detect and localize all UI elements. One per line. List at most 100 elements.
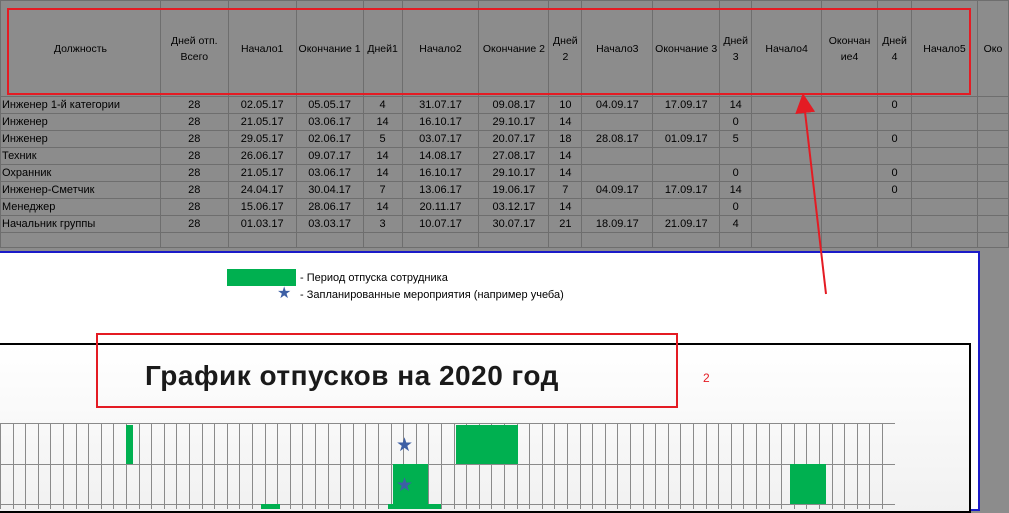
table-cell[interactable]: [821, 147, 879, 165]
table-cell[interactable]: [751, 147, 823, 165]
table-cell[interactable]: [976, 96, 1009, 114]
table-cell[interactable]: 03.06.17: [295, 113, 364, 131]
table-cell[interactable]: [295, 232, 364, 248]
table-cell[interactable]: [581, 113, 654, 131]
table-cell[interactable]: 5: [719, 130, 753, 148]
table-cell[interactable]: 21.09.17: [652, 215, 721, 233]
table-cell[interactable]: Инженер: [0, 130, 161, 148]
table-cell[interactable]: [751, 198, 823, 216]
table-cell[interactable]: 0: [877, 164, 912, 182]
table-cell[interactable]: 0: [877, 96, 912, 114]
table-cell[interactable]: [652, 198, 721, 216]
table-cell[interactable]: 16.10.17: [401, 113, 480, 131]
table-cell[interactable]: 16.10.17: [401, 164, 480, 182]
table-cell[interactable]: 02.05.17: [227, 96, 297, 114]
table-cell[interactable]: [911, 96, 978, 114]
table-cell[interactable]: 14: [362, 164, 403, 182]
table-cell[interactable]: [976, 130, 1009, 148]
table-cell[interactable]: 14: [362, 147, 403, 165]
table-cell[interactable]: 21.05.17: [227, 164, 297, 182]
table-cell[interactable]: [911, 130, 978, 148]
table-cell[interactable]: 29.10.17: [478, 113, 550, 131]
table-cell[interactable]: 28: [159, 130, 229, 148]
table-cell[interactable]: [751, 130, 823, 148]
table-cell[interactable]: [911, 198, 978, 216]
table-cell[interactable]: 18.09.17: [581, 215, 654, 233]
table-cell[interactable]: 5: [362, 130, 403, 148]
table-cell[interactable]: 28.06.17: [295, 198, 364, 216]
table-cell[interactable]: 01.03.17: [227, 215, 297, 233]
table-cell[interactable]: 21.05.17: [227, 113, 297, 131]
table-cell[interactable]: 04.09.17: [581, 181, 654, 199]
table-cell[interactable]: 0: [719, 113, 753, 131]
table-cell[interactable]: 31.07.17: [401, 96, 480, 114]
table-cell[interactable]: 0: [877, 130, 912, 148]
table-cell[interactable]: 20.11.17: [401, 198, 480, 216]
table-cell[interactable]: [751, 164, 823, 182]
table-cell[interactable]: 28.08.17: [581, 130, 654, 148]
table-cell[interactable]: [821, 96, 879, 114]
table-cell[interactable]: [976, 215, 1009, 233]
table-cell[interactable]: 0: [719, 198, 753, 216]
table-cell[interactable]: 19.06.17: [478, 181, 550, 199]
table-cell[interactable]: [362, 232, 403, 248]
table-cell[interactable]: [159, 232, 229, 248]
table-cell[interactable]: 29.05.17: [227, 130, 297, 148]
table-cell[interactable]: [652, 147, 721, 165]
table-cell[interactable]: 13.06.17: [401, 181, 480, 199]
table-cell[interactable]: [821, 181, 879, 199]
table-cell[interactable]: 09.08.17: [478, 96, 550, 114]
table-cell[interactable]: 01.09.17: [652, 130, 721, 148]
table-cell[interactable]: 14: [548, 164, 583, 182]
table-cell[interactable]: [751, 215, 823, 233]
table-cell[interactable]: [581, 198, 654, 216]
table-cell[interactable]: 28: [159, 164, 229, 182]
table-cell[interactable]: [0, 232, 161, 248]
table-cell[interactable]: Менеджер: [0, 198, 161, 216]
table-cell[interactable]: Инженер-Сметчик: [0, 181, 161, 199]
table-cell[interactable]: Инженер 1-й категории: [0, 96, 161, 114]
table-cell[interactable]: [911, 181, 978, 199]
table-cell[interactable]: 15.06.17: [227, 198, 297, 216]
table-cell[interactable]: 28: [159, 198, 229, 216]
table-cell[interactable]: 17.09.17: [652, 181, 721, 199]
table-cell[interactable]: [821, 215, 879, 233]
table-cell[interactable]: [652, 113, 721, 131]
table-cell[interactable]: 05.05.17: [295, 96, 364, 114]
table-cell[interactable]: [821, 198, 879, 216]
table-cell[interactable]: 4: [719, 215, 753, 233]
table-cell[interactable]: [821, 113, 879, 131]
table-cell[interactable]: [821, 232, 879, 248]
table-cell[interactable]: [751, 181, 823, 199]
table-cell[interactable]: [821, 130, 879, 148]
table-cell[interactable]: [976, 232, 1009, 248]
table-cell[interactable]: 28: [159, 113, 229, 131]
table-cell[interactable]: 03.12.17: [478, 198, 550, 216]
table-cell[interactable]: 14: [548, 113, 583, 131]
table-cell[interactable]: 17.09.17: [652, 96, 721, 114]
table-cell[interactable]: 14: [362, 198, 403, 216]
table-cell[interactable]: [652, 232, 721, 248]
column-header[interactable]: Око: [976, 0, 1009, 97]
table-cell[interactable]: 10.07.17: [401, 215, 480, 233]
table-cell[interactable]: 28: [159, 181, 229, 199]
table-cell[interactable]: 7: [362, 181, 403, 199]
table-cell[interactable]: 24.04.17: [227, 181, 297, 199]
table-cell[interactable]: [877, 147, 912, 165]
table-cell[interactable]: [581, 147, 654, 165]
table-cell[interactable]: 7: [548, 181, 583, 199]
table-cell[interactable]: 28: [159, 215, 229, 233]
table-cell[interactable]: 28: [159, 147, 229, 165]
table-cell[interactable]: [401, 232, 480, 248]
table-cell[interactable]: 27.08.17: [478, 147, 550, 165]
table-cell[interactable]: [751, 113, 823, 131]
table-cell[interactable]: [976, 113, 1009, 131]
table-cell[interactable]: 14: [548, 198, 583, 216]
table-cell[interactable]: [548, 232, 583, 248]
table-cell[interactable]: [581, 232, 654, 248]
table-cell[interactable]: [751, 232, 823, 248]
table-cell[interactable]: [911, 215, 978, 233]
table-cell[interactable]: 02.06.17: [295, 130, 364, 148]
table-cell[interactable]: [976, 181, 1009, 199]
table-cell[interactable]: Техник: [0, 147, 161, 165]
